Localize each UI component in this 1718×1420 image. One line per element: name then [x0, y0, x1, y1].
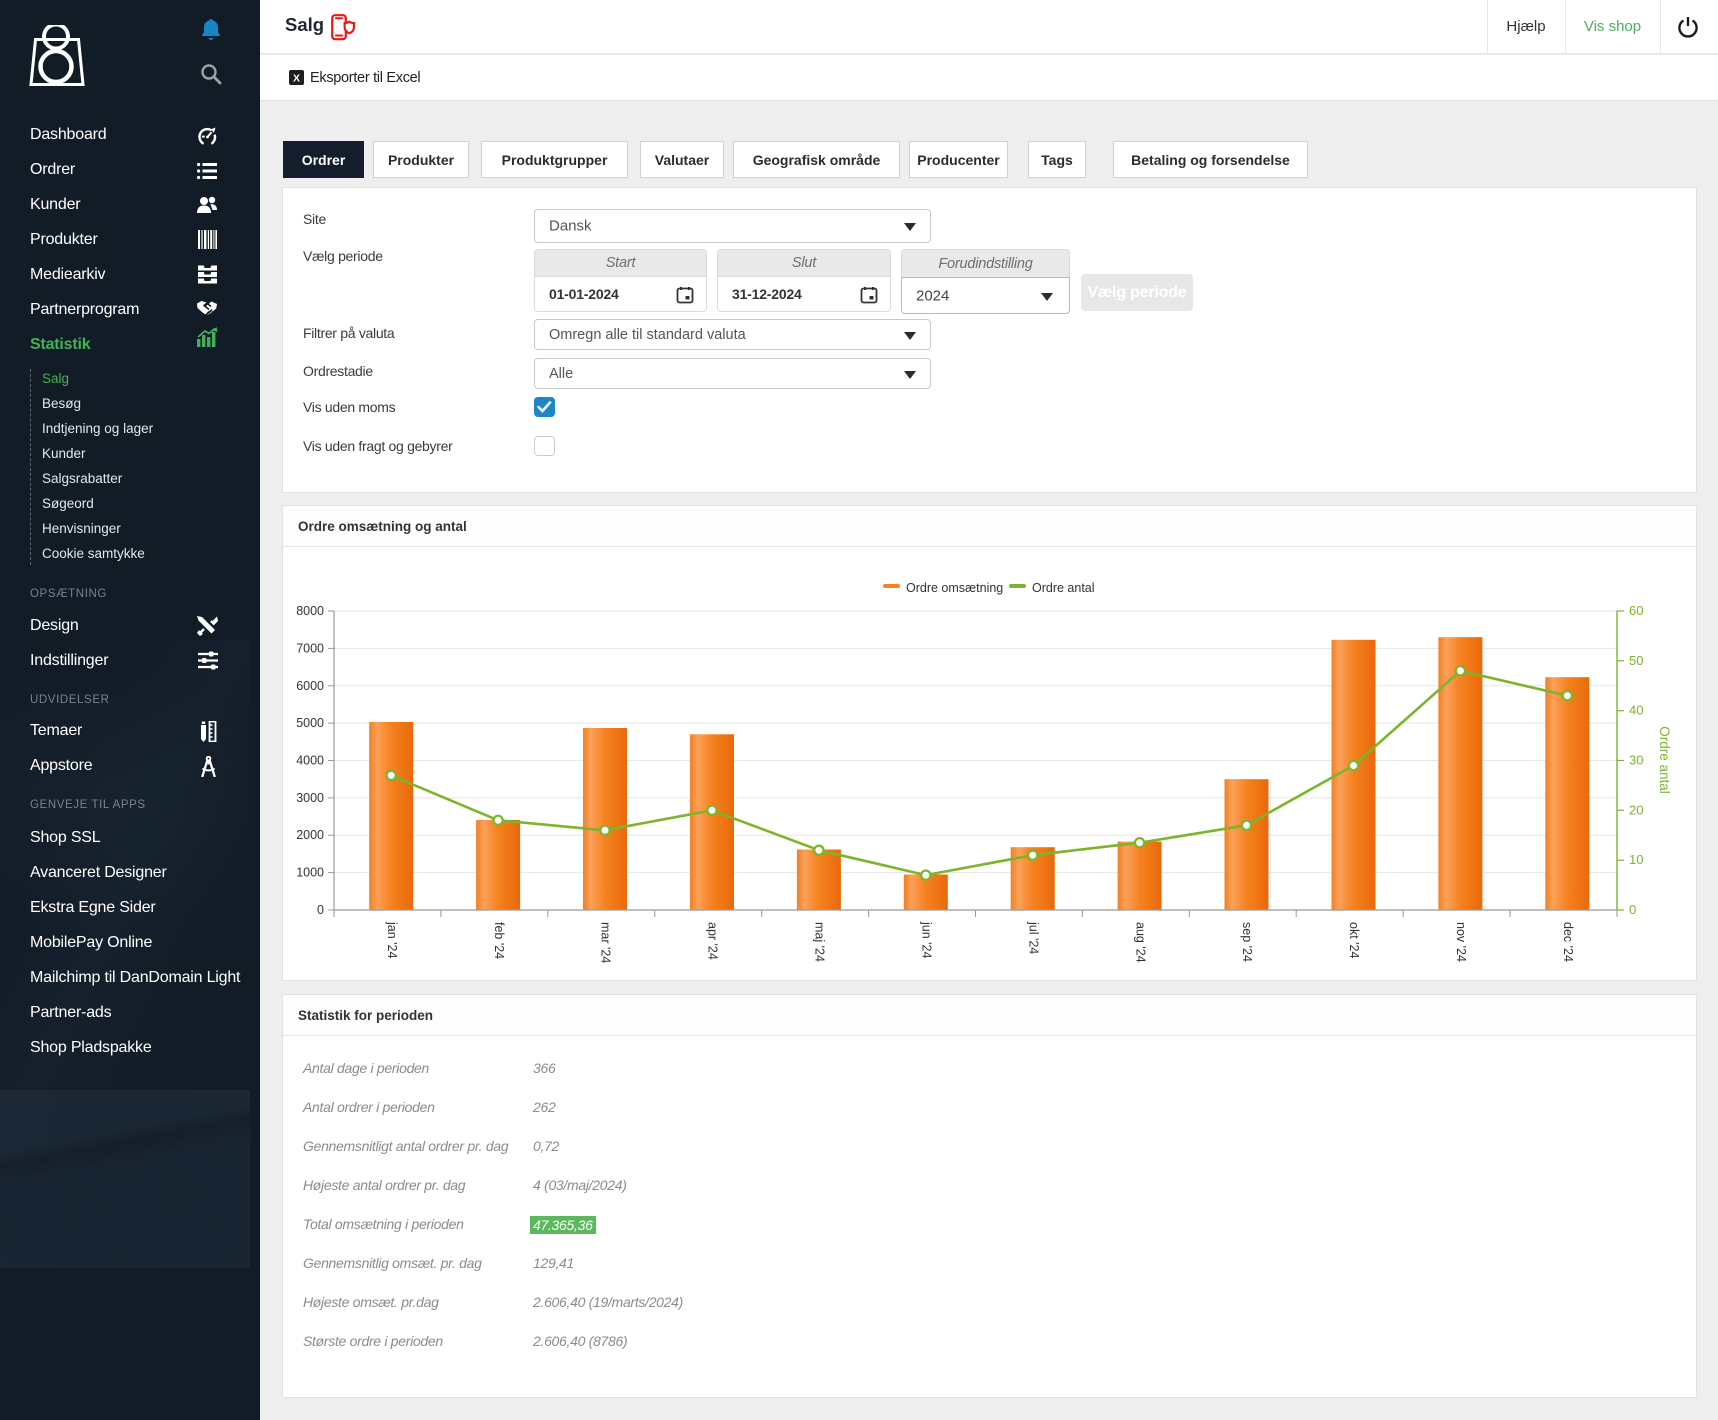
svg-text:sep '24: sep '24 [1240, 922, 1254, 962]
svg-text:jun '24: jun '24 [920, 921, 934, 958]
svg-text:feb '24: feb '24 [492, 922, 506, 959]
svg-text:Ordre antal: Ordre antal [1032, 581, 1095, 595]
svg-text:0: 0 [317, 903, 324, 917]
svg-text:aug '24: aug '24 [1133, 922, 1147, 963]
svg-text:6000: 6000 [296, 679, 324, 693]
svg-text:0: 0 [1629, 902, 1636, 917]
svg-text:30: 30 [1629, 753, 1643, 768]
svg-text:60: 60 [1629, 603, 1643, 618]
svg-text:20: 20 [1629, 802, 1643, 817]
svg-text:50: 50 [1629, 653, 1643, 668]
svg-text:Ordre omsætning: Ordre omsætning [906, 581, 1003, 595]
svg-text:8000: 8000 [296, 604, 324, 618]
svg-text:2000: 2000 [296, 828, 324, 842]
svg-text:Ordre antal: Ordre antal [1657, 726, 1672, 794]
svg-text:jan '24: jan '24 [385, 921, 399, 958]
svg-text:maj '24: maj '24 [813, 922, 827, 962]
svg-text:jul '24: jul '24 [1026, 921, 1040, 954]
svg-text:apr '24: apr '24 [706, 922, 720, 960]
svg-text:dec '24: dec '24 [1561, 922, 1575, 962]
svg-text:3000: 3000 [296, 791, 324, 805]
svg-text:5000: 5000 [296, 716, 324, 730]
svg-text:40: 40 [1629, 703, 1643, 718]
svg-text:nov '24: nov '24 [1454, 922, 1468, 962]
svg-text:4000: 4000 [296, 754, 324, 768]
svg-text:X: X [293, 72, 300, 84]
svg-text:7000: 7000 [296, 641, 324, 655]
svg-text:10: 10 [1629, 852, 1643, 867]
svg-text:mar '24: mar '24 [599, 922, 613, 963]
svg-text:1000: 1000 [296, 866, 324, 880]
svg-text:okt '24: okt '24 [1347, 922, 1361, 958]
